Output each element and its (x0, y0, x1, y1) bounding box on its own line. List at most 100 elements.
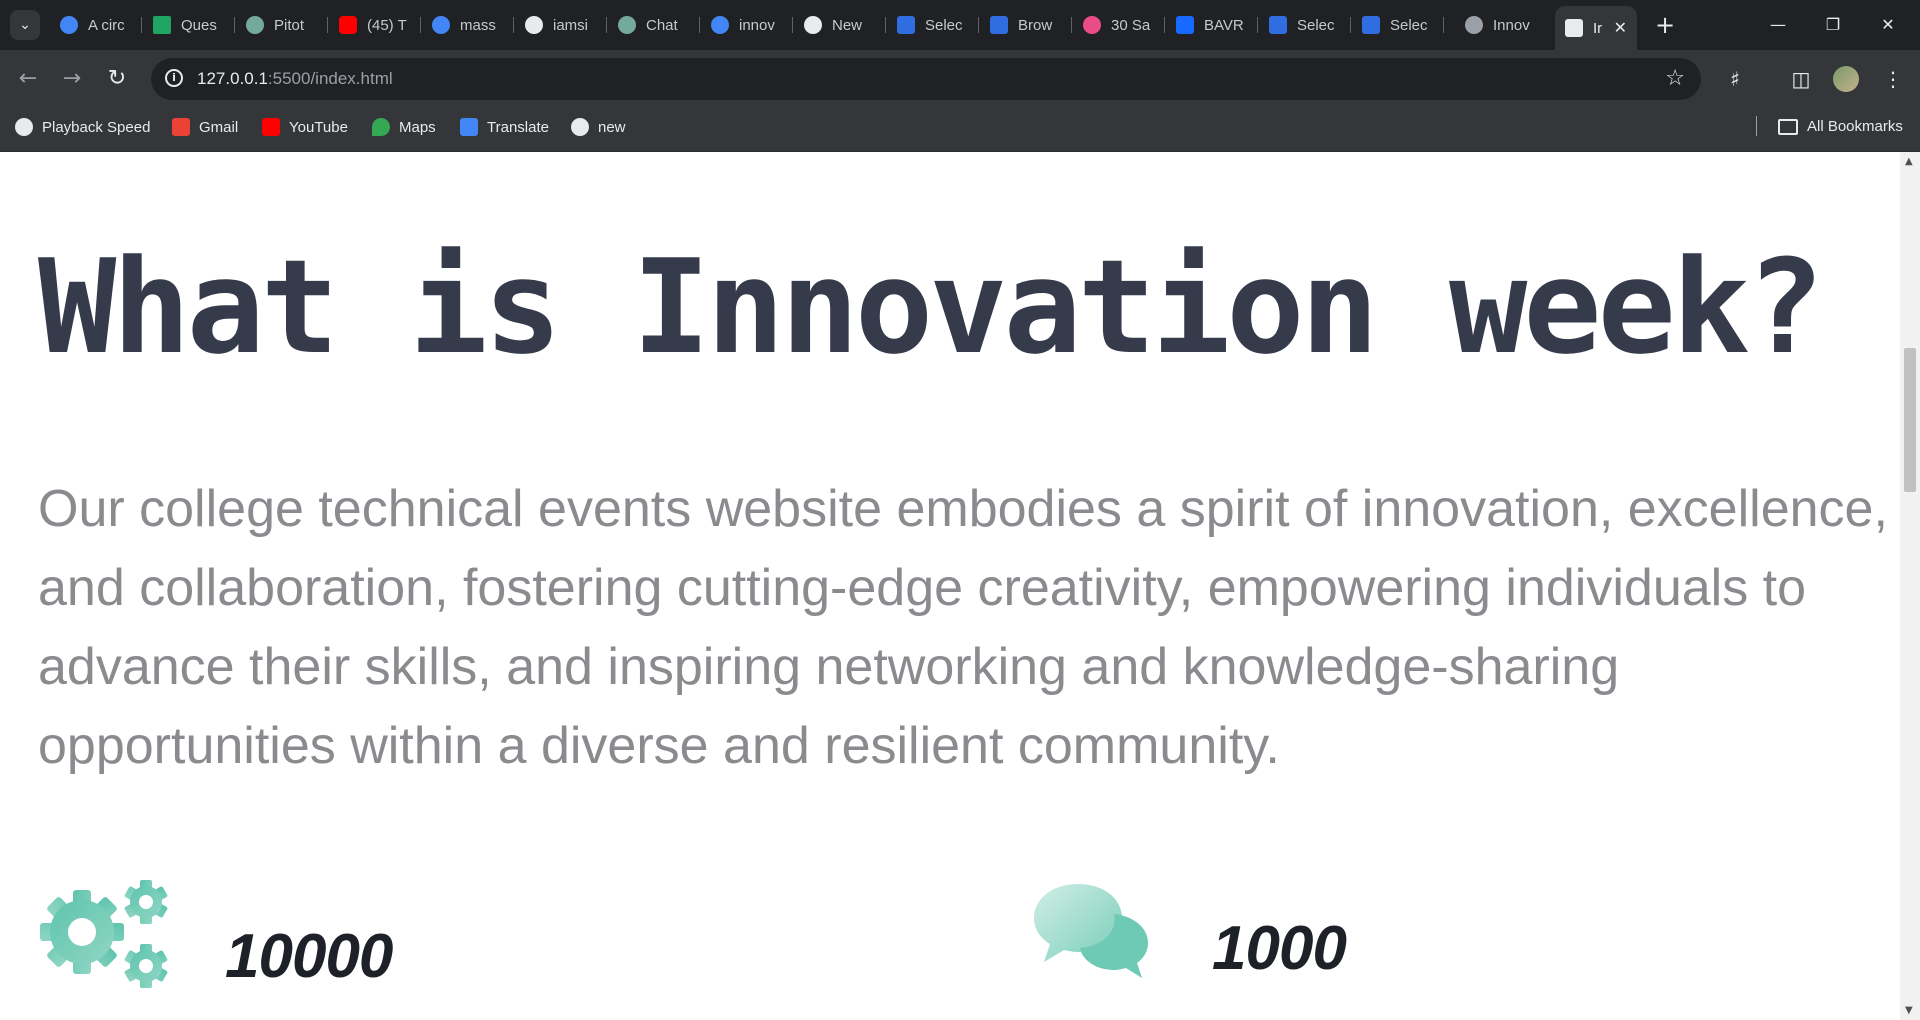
scroll-up-arrow-icon[interactable]: ▲ (1905, 156, 1913, 167)
chevron-down-icon: ⌄ (19, 17, 31, 33)
tab[interactable]: Chat (608, 8, 700, 42)
tab[interactable]: New (794, 8, 886, 42)
tab-title: Selec (925, 16, 963, 34)
bookmark-item[interactable]: Gmail (172, 118, 238, 136)
tab[interactable]: Pitot (236, 8, 328, 42)
bookmark-item[interactable]: Playback Speed (15, 118, 150, 136)
back-button[interactable]: ← (13, 64, 43, 94)
tab[interactable]: innov (701, 8, 793, 42)
bookmark-item[interactable]: YouTube (262, 118, 348, 136)
tab-active[interactable]: Ir ✕ (1555, 6, 1637, 50)
bookmark-item[interactable]: Translate (460, 118, 549, 136)
tab-title: Chat (646, 16, 678, 34)
stat-value: 10000 (225, 922, 393, 991)
forward-button[interactable]: → (57, 64, 87, 94)
close-tab-icon[interactable]: ✕ (1614, 18, 1627, 38)
tab[interactable]: iamsi (515, 8, 607, 42)
restore-button[interactable]: ❐ (1810, 10, 1856, 40)
chrome-icon (804, 16, 822, 34)
tab[interactable]: Ques (143, 8, 235, 42)
all-bookmarks-button[interactable]: All Bookmarks (1778, 118, 1903, 135)
tab[interactable]: Selec (1352, 8, 1444, 42)
site-icon (990, 16, 1008, 34)
drive-icon (153, 16, 171, 34)
address-bar[interactable]: i 127.0.0.1:5500/index.html ☆ (151, 58, 1701, 100)
tab-title: mass (460, 16, 496, 34)
tab[interactable]: Selec (1259, 8, 1351, 42)
all-bookmarks-label: All Bookmarks (1807, 118, 1903, 135)
side-panel-icon[interactable]: ◫ (1786, 64, 1816, 94)
google-icon (60, 16, 78, 34)
bookmark-star-icon[interactable]: ☆ (1665, 66, 1685, 91)
tab-title: New (832, 16, 863, 34)
tab[interactable]: 30 Sa (1073, 8, 1165, 42)
page-description: Our college technical events website emb… (38, 480, 1888, 775)
page-viewport: What is Innovation week? Our college tec… (0, 152, 1900, 1020)
tab-search-button[interactable]: ⌄ (10, 10, 40, 40)
toolbar: ← → ↻ i 127.0.0.1:5500/index.html ☆ ♯ ◫ … (0, 50, 1920, 108)
url-text[interactable]: 127.0.0.1:5500/index.html (197, 69, 393, 89)
bookmarks-bar: Playback Speed Gmail YouTube Maps Transl… (0, 108, 1920, 152)
tab[interactable]: (45) T (329, 8, 421, 42)
tab-title: innov (739, 16, 775, 34)
globe-icon (1465, 16, 1483, 34)
stat-participants: 10000 (38, 880, 393, 992)
google-icon (432, 16, 450, 34)
bookmark-item[interactable]: Maps (372, 118, 436, 136)
tab[interactable]: Brow (980, 8, 1072, 42)
chatgpt-icon (246, 16, 264, 34)
bookmark-label: new (598, 118, 626, 136)
menu-icon[interactable]: ⋮ (1878, 64, 1908, 94)
tab-title: iamsi (553, 16, 589, 34)
stat-messages: 1000 (1030, 880, 1347, 984)
site-info-icon[interactable]: i (165, 69, 183, 87)
stat-value: 1000 (1212, 914, 1347, 983)
tab-strip: ⌄ A circ Ques Pitot (45) T mass iamsi Ch… (0, 0, 1920, 50)
folder-icon (1778, 118, 1798, 135)
site-icon (1269, 16, 1287, 34)
gears-icon (38, 880, 170, 992)
translate-icon (460, 118, 478, 136)
bookmark-label: Maps (399, 118, 436, 136)
google-icon (711, 16, 729, 34)
tab[interactable]: mass (422, 8, 514, 42)
tab-title: Ir (1593, 19, 1603, 37)
github-icon (525, 16, 543, 34)
dribbble-icon (1083, 16, 1101, 34)
tab[interactable]: A circ (50, 8, 142, 42)
scroll-down-arrow-icon[interactable]: ▼ (1905, 1005, 1913, 1016)
tab[interactable]: Selec (887, 8, 979, 42)
tab-title: Ques (181, 16, 217, 34)
bookmark-label: Playback Speed (42, 118, 151, 136)
tab-title: 30 Sa (1111, 16, 1151, 34)
tab-title: Innov (1493, 16, 1530, 34)
new-tab-button[interactable]: + (1650, 10, 1680, 40)
tab-title: Selec (1390, 16, 1428, 34)
page-scrollbar[interactable]: ▲ ▼ (1900, 152, 1920, 1020)
bookmark-label: Gmail (199, 118, 239, 136)
maps-pin-icon (372, 118, 390, 136)
tab-title: A circ (88, 16, 125, 34)
behance-icon (1176, 16, 1194, 34)
tab-title: Selec (1297, 16, 1335, 34)
tab-title: Brow (1018, 16, 1053, 34)
globe-icon (571, 118, 589, 136)
site-icon (1362, 16, 1380, 34)
tab[interactable]: BAVR (1166, 8, 1258, 42)
youtube-icon (339, 16, 357, 34)
scroll-thumb[interactable] (1904, 348, 1916, 492)
gmail-icon (172, 118, 190, 136)
tab-title: BAVR (1204, 16, 1244, 34)
tab-title: (45) T (367, 16, 407, 34)
youtube-icon (262, 118, 280, 136)
bookmark-label: YouTube (289, 118, 348, 136)
minimize-button[interactable]: — (1755, 10, 1801, 40)
profile-avatar[interactable] (1833, 66, 1859, 92)
chatgpt-icon (618, 16, 636, 34)
reload-button[interactable]: ↻ (102, 64, 132, 94)
tab[interactable]: Innov (1455, 8, 1547, 42)
close-window-button[interactable]: ✕ (1865, 10, 1911, 40)
tab-title: Pitot (274, 16, 305, 34)
bookmark-item[interactable]: new (571, 118, 626, 136)
extensions-icon[interactable]: ♯ (1720, 64, 1750, 94)
